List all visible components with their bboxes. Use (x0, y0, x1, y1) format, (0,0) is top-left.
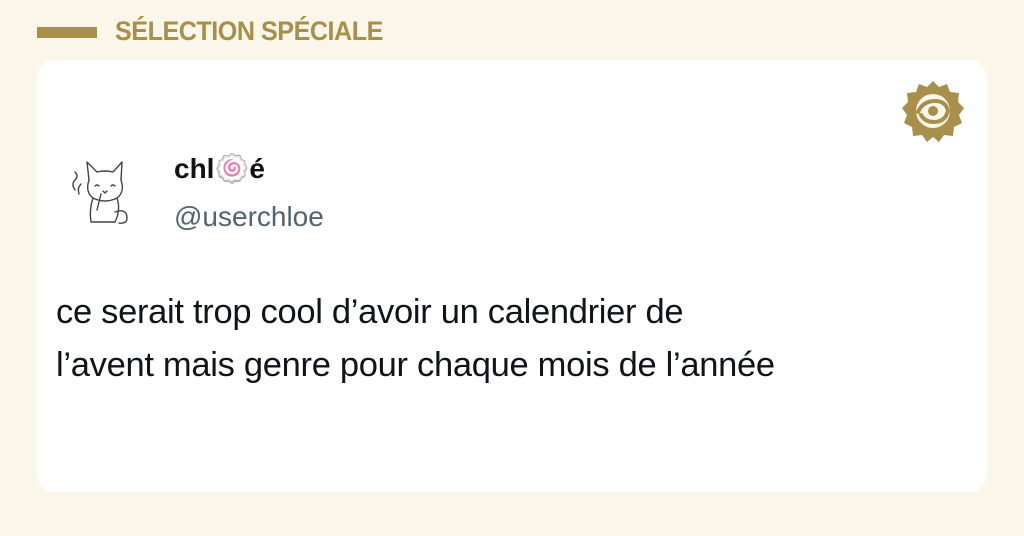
tweet-text: ce serait trop cool d’avoir un calendrie… (56, 286, 966, 392)
site-logo-icon[interactable] (901, 79, 965, 143)
section-title: SÉLECTION SPÉCIALE (115, 16, 383, 46)
author-name[interactable]: chl🍥é (174, 152, 265, 186)
section-header: SÉLECTION SPÉCIALE (0, 0, 1024, 60)
tweet-text-line: l’avent mais genre pour chaque mois de l… (56, 346, 775, 384)
tweet-card: chl🍥é @userchloe ce serait trop cool d’a… (37, 60, 987, 492)
cat-avatar-icon[interactable] (61, 150, 141, 230)
header-accent-bar (37, 27, 97, 38)
tweet-text-line: ce serait trop cool d’avoir un calendrie… (56, 293, 684, 331)
author-handle[interactable]: @userchloe (174, 200, 324, 234)
